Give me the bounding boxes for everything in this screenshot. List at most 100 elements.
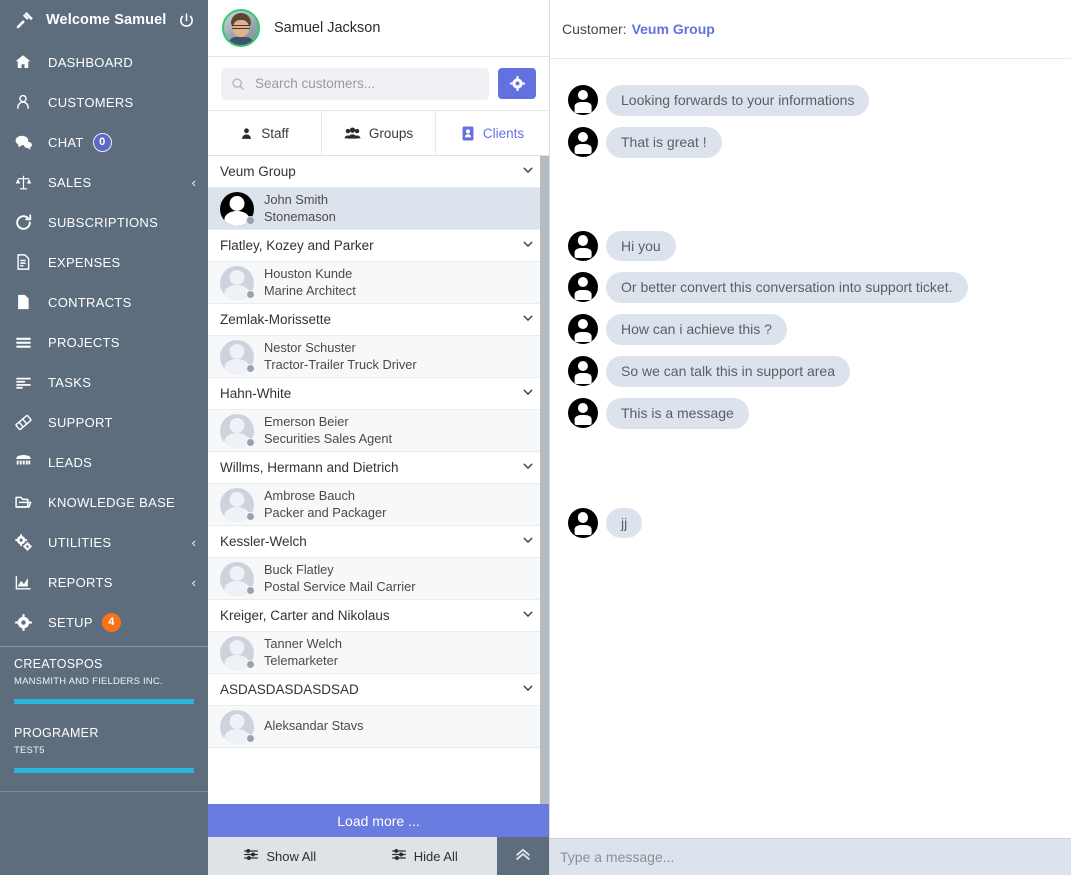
chat-input-bar[interactable] [550,838,1071,875]
chat-message: How can i achieve this ? [550,314,1071,345]
chevron-down-icon [521,385,535,402]
sidebar-item-contracts[interactable]: CONTRACTS [0,282,208,322]
customer-group-header[interactable]: Veum Group [208,156,549,188]
sidebar-item-dashboard[interactable]: DASHBOARD [0,42,208,82]
sidebar-item-leads[interactable]: LEADS [0,442,208,482]
customer-name: John Smith [264,192,336,208]
customers-list-scrollbar[interactable] [540,156,549,875]
customer-name: Tanner Welch [264,636,342,652]
search-box[interactable] [221,68,489,100]
tab-clients[interactable]: Clients [436,111,549,155]
collapse-panel-button[interactable] [497,837,549,875]
customer-list-item[interactable]: Tanner WelchTelemarketer [208,632,549,674]
sidebar-item-customers[interactable]: CUSTOMERS [0,82,208,122]
sidebar-item-reports[interactable]: REPORTS ‹ [0,562,208,602]
customer-group-header[interactable]: Hahn-White [208,378,549,410]
project-title: CREATOSPOS [14,657,194,671]
customer-name: Emerson Beier [264,414,392,430]
sidebar-item-subscriptions[interactable]: SUBSCRIPTIONS [0,202,208,242]
tab-label: Groups [369,126,413,141]
search-icon [231,76,246,91]
customer-group-header[interactable]: Zemlak-Morissette [208,304,549,336]
customer-group-header[interactable]: Flatley, Kozey and Parker [208,230,549,262]
customer-list-item[interactable]: Emerson BeierSecurities Sales Agent [208,410,549,452]
sidebar-project-creatospos[interactable]: CREATOSPOS MANSMITH AND FIELDERS INC. [0,647,208,708]
customer-group-name: Zemlak-Morissette [220,312,331,327]
sidebar-item-sales[interactable]: SALES ‹ [0,162,208,202]
sidebar: Welcome Samuel DASHBOARD [0,0,208,875]
settings-button[interactable] [498,68,536,99]
project-progress-bar [14,768,194,773]
sidebar-item-label: SALES [48,175,91,190]
message-group-spacer [550,169,1071,231]
load-more-button[interactable]: Load more ... [208,804,549,837]
customer-list-item[interactable]: John SmithStonemason [208,188,549,230]
customer-name: Ambrose Bauch [264,488,386,504]
tab-groups[interactable]: Groups [322,111,436,155]
welcome-text: Welcome Samuel [46,12,176,28]
sidebar-item-expenses[interactable]: EXPENSES [0,242,208,282]
customer-item-text: Tanner WelchTelemarketer [264,636,342,669]
sidebar-item-label: DASHBOARD [48,55,133,70]
chat-messages[interactable]: Looking forwards to your informations Tha… [550,59,1071,838]
customer-group-name: Willms, Hermann and Dietrich [220,460,399,475]
project-title: PROGRAMER [14,726,194,740]
avatar[interactable] [222,9,260,47]
chat-message: So we can talk this in support area [550,356,1071,387]
avatar [220,192,254,226]
customer-item-text: Buck FlatleyPostal Service Mail Carrier [264,562,415,595]
customer-name: Nestor Schuster [264,340,417,356]
sidebar-item-knowledge-base[interactable]: KNOWLEDGE BASE [0,482,208,522]
status-dot [246,734,255,743]
customer-list-item[interactable]: Ambrose BauchPacker and Packager [208,484,549,526]
customer-group-name: Hahn-White [220,386,291,401]
sidebar-bottom-divider [0,791,208,792]
people-icon [344,126,361,141]
customer-group-header[interactable]: Kessler-Welch [208,526,549,558]
hide-all-button[interactable]: Hide All [353,837,498,875]
power-icon[interactable] [176,10,196,30]
customer-role: Stonemason [264,209,336,225]
customers-list-scroll[interactable]: Veum GroupJohn SmithStonemasonFlatley, K… [208,156,549,875]
scrollbar-thumb[interactable] [540,156,549,875]
message-bubble: Looking forwards to your informations [606,85,869,116]
customers-list[interactable]: Veum GroupJohn SmithStonemasonFlatley, K… [208,156,549,875]
sidebar-item-tasks[interactable]: TASKS [0,362,208,402]
sliders-icon [392,848,406,864]
show-all-button[interactable]: Show All [208,837,353,875]
sidebar-project-programer[interactable]: PROGRAMER TEST5 [0,708,208,777]
search-input[interactable] [255,76,479,91]
customer-item-text: Aleksandar Stavs [264,718,364,734]
customers-panel: Samuel Jackson [208,0,550,875]
sidebar-item-support[interactable]: SUPPORT [0,402,208,442]
hide-all-label: Hide All [414,849,458,864]
sidebar-item-chat[interactable]: CHAT 0 [0,122,208,162]
status-dot [246,438,255,447]
message-bubble: That is great ! [606,127,722,158]
customers-search-row [208,57,549,111]
current-user-name: Samuel Jackson [274,20,380,36]
chevron-left-icon: ‹ [192,175,196,190]
tab-staff[interactable]: Staff [208,111,322,155]
customer-group-header[interactable]: Willms, Hermann and Dietrich [208,452,549,484]
sidebar-item-projects[interactable]: PROJECTS [0,322,208,362]
sidebar-item-label: CUSTOMERS [48,95,134,110]
customer-group-header[interactable]: Kreiger, Carter and Nikolaus [208,600,549,632]
customer-item-text: Emerson BeierSecurities Sales Agent [264,414,392,447]
chevron-left-icon: ‹ [192,535,196,550]
sidebar-item-label: KNOWLEDGE BASE [48,495,175,510]
customer-group-header[interactable]: ASDASDASDASDSAD [208,674,549,706]
document-lines-icon [14,253,38,271]
customer-list-item[interactable]: Nestor SchusterTractor-Trailer Truck Dri… [208,336,549,378]
status-dot [246,586,255,595]
sidebar-item-utilities[interactable]: UTILITIES ‹ [0,522,208,562]
gavel-icon [14,9,36,31]
customer-list-item[interactable]: Aleksandar Stavs [208,706,549,748]
customer-list-item[interactable]: Houston KundeMarine Architect [208,262,549,304]
sidebar-item-label: CONTRACTS [48,295,132,310]
chat-customer-link[interactable]: Veum Group [632,21,715,37]
customer-list-item[interactable]: Buck FlatleyPostal Service Mail Carrier [208,558,549,600]
ticket-icon [14,413,38,432]
sidebar-item-setup[interactable]: SETUP 4 [0,602,208,642]
message-input[interactable] [560,849,1061,865]
